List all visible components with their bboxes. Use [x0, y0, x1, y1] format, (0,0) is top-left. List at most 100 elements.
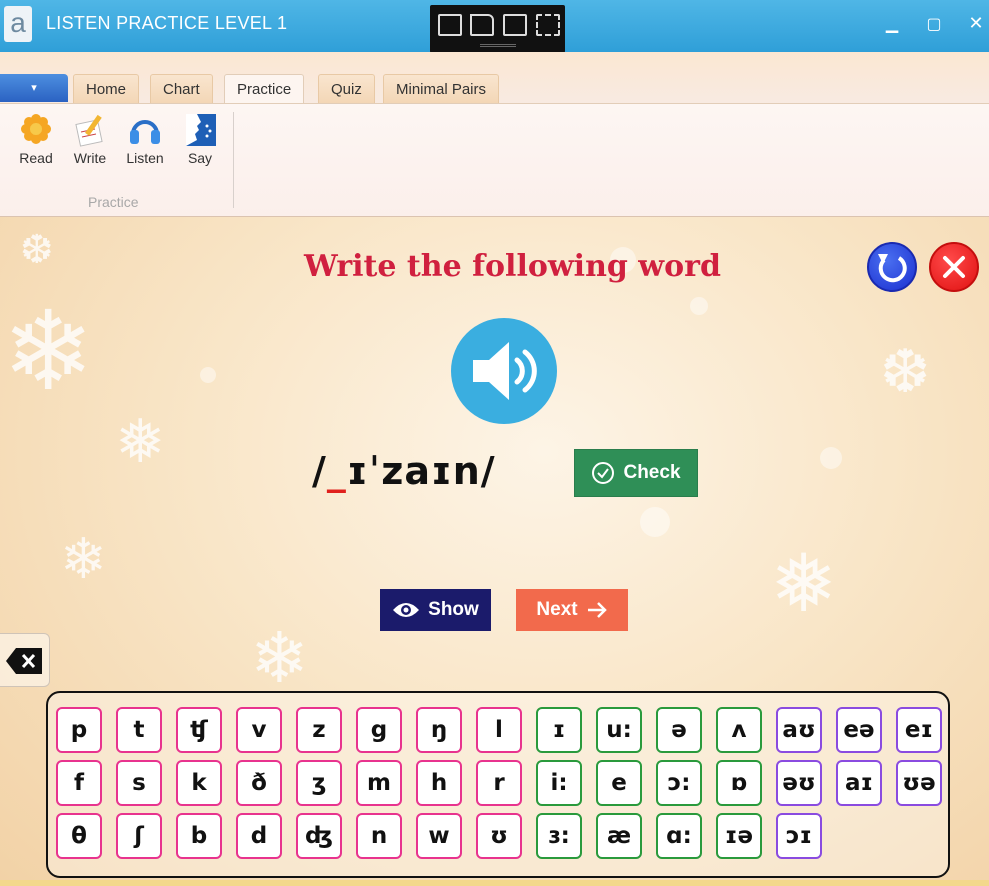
bokeh-light — [640, 507, 670, 537]
tab-chart[interactable]: Chart — [150, 74, 213, 104]
snowflake-icon: ❄ — [250, 617, 309, 699]
ribbon: ▾ Home Chart Practice Quiz Minimal Pairs… — [0, 52, 989, 217]
phoneme-key[interactable]: h — [416, 760, 462, 806]
phoneme-key[interactable]: ʌ — [716, 707, 762, 753]
check-circle-icon — [592, 462, 615, 484]
phoneme-key[interactable]: l — [476, 707, 522, 753]
read-button[interactable]: Read — [8, 112, 64, 174]
phoneme-key[interactable]: ʊə — [896, 760, 942, 806]
fullscreen-capture-icon[interactable] — [536, 14, 560, 36]
phoneme-key[interactable]: u: — [596, 707, 642, 753]
app-logo-icon: a — [4, 6, 32, 42]
check-label: Check — [623, 462, 681, 483]
listen-button[interactable]: Listen — [117, 112, 173, 174]
next-label: Next — [536, 599, 578, 620]
ribbon-group-label: Practice — [88, 194, 139, 210]
phoneme-key[interactable]: d — [236, 813, 282, 859]
snowflake-icon: ❆ — [20, 227, 54, 273]
phoneme-key[interactable]: e — [596, 760, 642, 806]
phoneme-key[interactable]: ʤ — [296, 813, 342, 859]
phoneme-key[interactable]: r — [476, 760, 522, 806]
bokeh-light — [690, 297, 708, 315]
phoneme-key[interactable]: əʊ — [776, 760, 822, 806]
phoneme-key[interactable]: ʧ — [176, 707, 222, 753]
flower-icon — [21, 114, 51, 144]
pencil-paper-icon — [75, 114, 103, 147]
say-button[interactable]: Say — [172, 112, 228, 174]
phoneme-key[interactable]: ʒ — [296, 760, 342, 806]
backspace-button[interactable] — [0, 633, 50, 687]
title-bar: a LISTEN PRACTICE LEVEL 1 ▁ ▢ ✕ — [0, 0, 989, 53]
window-title: LISTEN PRACTICE LEVEL 1 — [46, 13, 288, 33]
tab-quiz[interactable]: Quiz — [318, 74, 375, 104]
phonetic-transcription: /_ɪˈzaɪn/ — [312, 449, 496, 493]
tab-home[interactable]: Home — [73, 74, 140, 104]
exercise-heading: Write the following word — [304, 249, 721, 284]
phoneme-key[interactable]: eə — [836, 707, 882, 753]
phoneme-key[interactable]: m — [356, 760, 402, 806]
eye-icon — [393, 603, 420, 617]
minimize-button[interactable]: ▁ — [880, 12, 904, 36]
ribbon-panel: Read Write Listen Say Practice — [0, 103, 989, 217]
phoneme-key[interactable]: ɪə — [716, 813, 762, 859]
phoneme-key[interactable]: z — [296, 707, 342, 753]
phoneme-key[interactable]: t — [116, 707, 162, 753]
phoneme-keyboard: p t ʧ v z g ŋ l ɪ u: ə ʌ aʊ eə eɪ f s k ð ʒ m h r i: e ɔ: ɒ əʊ aɪ ʊə θ… — [46, 691, 950, 878]
phoneme-key[interactable]: ə — [656, 707, 702, 753]
file-menu-button[interactable]: ▾ — [0, 74, 68, 102]
phoneme-key[interactable]: eɪ — [896, 707, 942, 753]
phoneme-key[interactable]: ð — [236, 760, 282, 806]
phoneme-key[interactable]: θ — [56, 813, 102, 859]
group-separator — [233, 112, 234, 208]
phoneme-key[interactable]: ɜ: — [536, 813, 582, 859]
phoneme-key[interactable]: n — [356, 813, 402, 859]
arrow-right-icon — [587, 602, 607, 618]
region-select-icon[interactable] — [438, 14, 462, 36]
tab-minimal-pairs[interactable]: Minimal Pairs — [383, 74, 500, 104]
check-button[interactable]: Check — [574, 449, 698, 497]
phoneme-key[interactable]: aɪ — [836, 760, 882, 806]
next-button[interactable]: Next — [516, 589, 628, 631]
listen-label: Listen — [126, 150, 164, 166]
phoneme-key[interactable]: p — [56, 707, 102, 753]
phoneme-key[interactable]: s — [116, 760, 162, 806]
refresh-button[interactable] — [867, 242, 917, 292]
read-label: Read — [19, 150, 53, 166]
snowflake-icon: ❅ — [115, 407, 166, 477]
close-icon — [943, 256, 965, 278]
transcription-prefix: / — [312, 449, 327, 493]
bokeh-light — [820, 447, 842, 469]
phoneme-key[interactable]: v — [236, 707, 282, 753]
phoneme-key[interactable]: ɒ — [716, 760, 762, 806]
phoneme-key[interactable]: ɪ — [536, 707, 582, 753]
phoneme-key[interactable]: ʃ — [116, 813, 162, 859]
phoneme-key[interactable]: ɑ: — [656, 813, 702, 859]
speaker-icon — [473, 342, 537, 400]
phoneme-key[interactable]: æ — [596, 813, 642, 859]
say-label: Say — [187, 150, 213, 166]
pointer-select-icon[interactable] — [470, 14, 494, 36]
window-capture-icon[interactable] — [503, 14, 527, 36]
phoneme-key[interactable]: w — [416, 813, 462, 859]
phoneme-key[interactable]: i: — [536, 760, 582, 806]
show-button[interactable]: Show — [380, 589, 491, 631]
close-exercise-button[interactable] — [929, 242, 979, 292]
phoneme-key[interactable]: b — [176, 813, 222, 859]
phoneme-key[interactable]: k — [176, 760, 222, 806]
transcription-rest: ɪˈzaɪn/ — [346, 449, 496, 493]
tab-practice[interactable]: Practice — [224, 74, 305, 104]
maximize-button[interactable]: ▢ — [922, 12, 946, 36]
close-window-button[interactable]: ✕ — [964, 12, 988, 36]
blank-slot[interactable]: _ — [327, 449, 347, 493]
phoneme-key[interactable]: ʊ — [476, 813, 522, 859]
show-label: Show — [428, 599, 479, 620]
write-button[interactable]: Write — [62, 112, 118, 174]
phoneme-key[interactable]: ŋ — [416, 707, 462, 753]
phoneme-key[interactable]: aʊ — [776, 707, 822, 753]
phoneme-key[interactable]: g — [356, 707, 402, 753]
play-audio-button[interactable] — [451, 318, 557, 424]
phoneme-key[interactable]: ɔ: — [656, 760, 702, 806]
phoneme-key[interactable]: ɔɪ — [776, 813, 822, 859]
phoneme-key[interactable]: f — [56, 760, 102, 806]
drag-handle[interactable] — [480, 44, 516, 47]
